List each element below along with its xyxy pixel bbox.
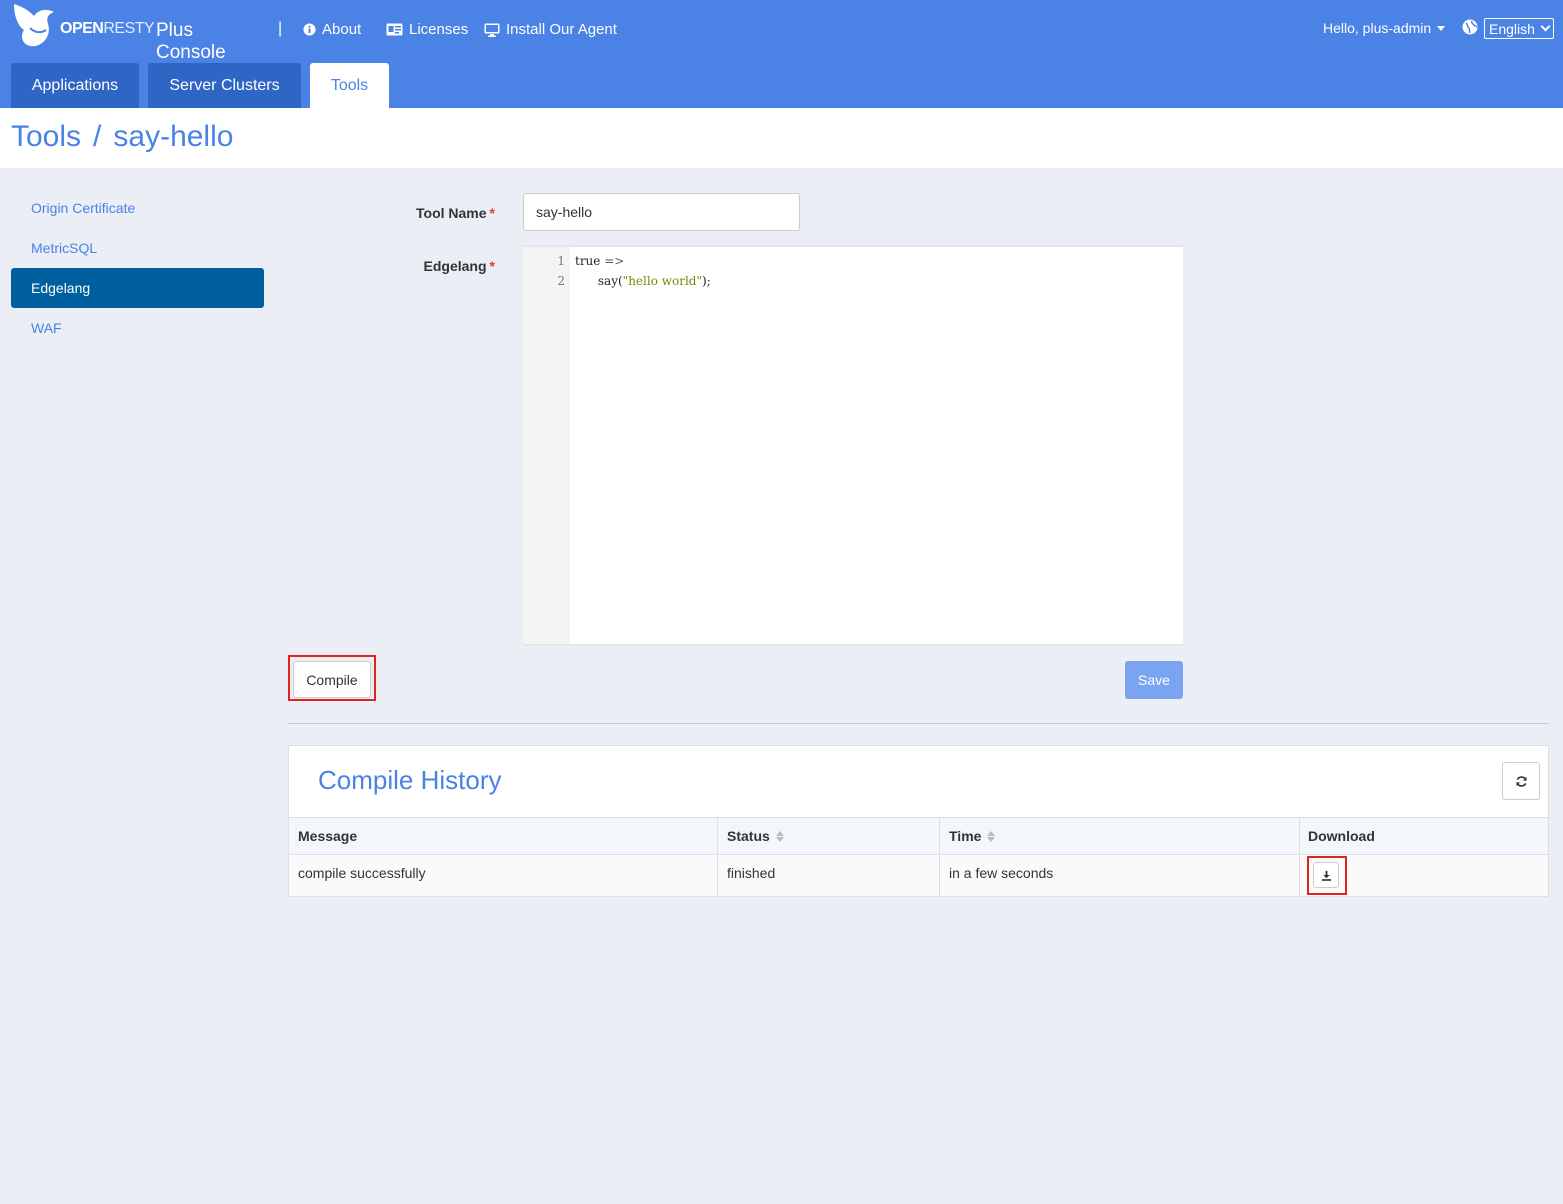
column-header-label: Download [1308, 828, 1375, 844]
code-line: true => [575, 254, 624, 268]
product-name: Plus Console [156, 20, 226, 63]
edgelang-label-text: Edgelang [423, 258, 487, 274]
tool-name-label: Tool Name * [380, 205, 495, 221]
download-icon [1321, 870, 1331, 881]
id-card-icon [386, 23, 403, 36]
monitor-icon [484, 23, 500, 37]
column-header-label: Time [949, 828, 982, 844]
language-select[interactable]: English [1484, 18, 1554, 39]
save-button[interactable]: Save [1125, 661, 1183, 699]
sidebar-item-edgelang[interactable]: Edgelang [11, 268, 264, 308]
nav-about-label: About [322, 21, 362, 38]
info-icon [303, 23, 316, 36]
nav-licenses-label: Licenses [409, 21, 469, 38]
cell-message: compile successfully [298, 865, 426, 881]
tab-applications[interactable]: Applications [11, 63, 139, 108]
sidebar-item-label: Origin Certificate [31, 200, 136, 216]
breadcrumb-separator: / [93, 120, 102, 153]
line-number: 2 [557, 274, 565, 288]
code-line: say("hello world"); [575, 274, 711, 288]
logo-wordmark: OPENRESTY [60, 20, 155, 37]
sidebar-item-waf[interactable]: WAF [11, 308, 264, 348]
code-operator: => [600, 254, 625, 268]
nav-install-agent-label: Install Our Agent [506, 21, 617, 38]
cell-status: finished [727, 865, 776, 881]
sidebar-item-label: MetricSQL [31, 240, 98, 256]
code-string: "hello world" [622, 274, 703, 288]
breadcrumb-current: say-hello [113, 120, 234, 153]
language-value: English [1489, 20, 1535, 37]
tool-name-label-text: Tool Name [416, 205, 487, 221]
required-mark: * [489, 258, 495, 274]
nav-install-agent[interactable]: Install Our Agent [484, 21, 617, 38]
line-number: 1 [557, 254, 565, 268]
compile-history-title: Compile History [318, 765, 502, 795]
globe-icon [1462, 19, 1478, 35]
column-divider [939, 817, 940, 896]
compile-button-label: Compile [306, 671, 358, 688]
table-row [289, 855, 1548, 896]
column-header-label: Message [298, 828, 358, 844]
required-mark: * [489, 205, 495, 221]
code-keyword: true [575, 254, 601, 268]
code-function: say( [575, 274, 623, 288]
tab-server-clusters-label: Server Clusters [169, 76, 280, 94]
section-divider [288, 723, 1549, 724]
sidebar-item-label: Edgelang [31, 280, 91, 296]
caret-down-icon [1437, 25, 1446, 31]
save-button-label: Save [1138, 672, 1170, 688]
sidebar-item-origin-certificate[interactable]: Origin Certificate [11, 188, 264, 228]
cell-time: in a few seconds [949, 865, 1054, 881]
column-header-label: Status [727, 828, 770, 844]
sort-icon [775, 830, 784, 842]
code-end: ); [702, 274, 711, 288]
editor-gutter: 1 2 [523, 247, 570, 644]
openresty-logo[interactable]: OPENRESTY Plus Console [10, 0, 260, 63]
user-greeting: Hello, plus-admin [1323, 20, 1432, 36]
column-header-message: Message [298, 828, 357, 844]
column-header-status[interactable]: Status [727, 828, 784, 844]
download-button[interactable] [1313, 862, 1339, 888]
column-header-download: Download [1308, 828, 1375, 844]
breadcrumb-root[interactable]: Tools [11, 120, 81, 153]
column-divider [1299, 817, 1300, 896]
breadcrumb: Tools / say-hello [11, 120, 233, 154]
nav-licenses[interactable]: Licenses [386, 21, 468, 38]
tab-tools-label: Tools [330, 76, 369, 94]
chevron-down-icon [1540, 21, 1551, 32]
compile-button[interactable]: Compile [293, 661, 371, 698]
tab-tools[interactable]: Tools [310, 63, 389, 108]
refresh-button[interactable] [1502, 762, 1540, 800]
sidebar-item-label: WAF [31, 320, 62, 336]
nav-about[interactable]: About [303, 21, 361, 38]
tab-applications-label: Applications [31, 76, 119, 94]
breadcrumb-bar [0, 108, 1563, 168]
sidebar-item-metricsql[interactable]: MetricSQL [11, 228, 264, 268]
tool-name-value: say-hello [536, 204, 593, 220]
edgelang-label: Edgelang * [380, 258, 495, 274]
tool-name-input[interactable]: say-hello [523, 193, 800, 231]
sort-icon [987, 830, 996, 842]
refresh-icon [1515, 775, 1527, 787]
user-menu[interactable]: Hello, plus-admin [1323, 20, 1446, 36]
header-separator: | [278, 20, 283, 37]
column-divider [717, 817, 718, 896]
column-header-time[interactable]: Time [949, 828, 996, 844]
code-editor[interactable]: 1 2 true => say("hello world"); [523, 245, 1183, 646]
tab-server-clusters[interactable]: Server Clusters [148, 63, 301, 108]
